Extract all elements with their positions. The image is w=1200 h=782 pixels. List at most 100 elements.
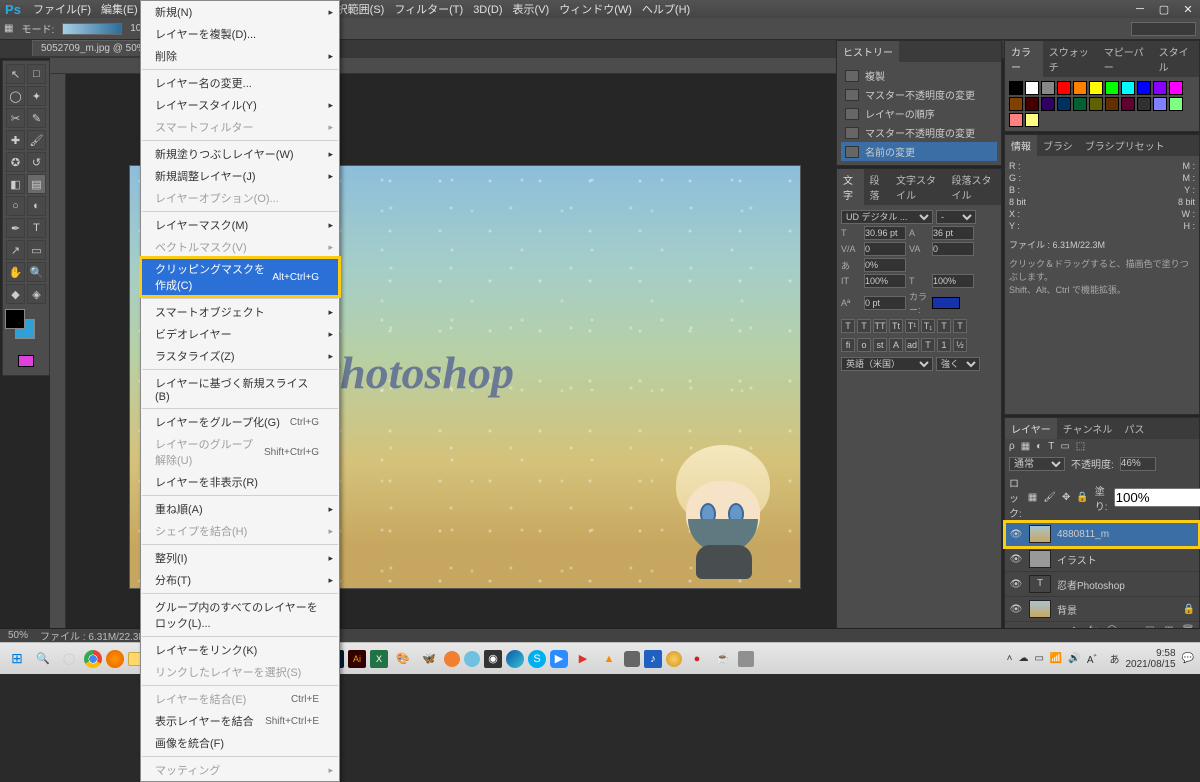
swatch[interactable] [1057, 97, 1071, 111]
char-tab[interactable]: 段落 [864, 169, 891, 205]
smallcaps-button[interactable]: Tt [889, 319, 903, 333]
history-item[interactable]: レイヤーの順序 [841, 104, 997, 123]
app-icon-6[interactable] [738, 651, 754, 667]
char-tab[interactable]: 段落スタイル [946, 169, 1002, 205]
menu-表示[interactable]: 表示(V) [508, 2, 555, 18]
cortana-icon[interactable]: ◯ [58, 648, 80, 670]
menu-フィルター[interactable]: フィルター(T) [389, 2, 468, 18]
layers-tab[interactable]: レイヤー [1005, 418, 1057, 439]
opentype-2[interactable]: ½ [953, 338, 967, 352]
layer-row[interactable]: 👁イラスト [1005, 547, 1199, 572]
baseline-input[interactable] [864, 296, 906, 310]
subscript-button[interactable]: T₁ [921, 319, 935, 333]
hand-tool[interactable]: ✋ [6, 262, 25, 282]
swatch[interactable] [1137, 97, 1151, 111]
notification-icon[interactable]: 💬 [1182, 653, 1194, 664]
menu-item[interactable]: 新規塗りつぶしレイヤー(W) [141, 143, 339, 165]
fill-input[interactable] [1114, 488, 1200, 507]
scale-input[interactable] [864, 258, 906, 272]
app-icon-3[interactable] [624, 651, 640, 667]
menu-item[interactable]: レイヤーをリンク(K) [141, 639, 339, 661]
menu-item[interactable]: 重ね順(A) [141, 498, 339, 520]
lang-select[interactable]: 英語（米国） [841, 357, 933, 371]
menu-item[interactable]: 整列(I) [141, 547, 339, 569]
clock[interactable]: 9:58 2021/08/15 [1125, 648, 1175, 670]
zoom-tool[interactable]: 🔍 [27, 262, 46, 282]
bold-button[interactable]: T [841, 319, 855, 333]
history-item[interactable]: 複製 [841, 66, 997, 85]
allcaps-button[interactable]: TT [873, 319, 887, 333]
opentype-fi[interactable]: fi [841, 338, 855, 352]
start-button[interactable]: ⊞ [6, 648, 28, 670]
underline-button[interactable]: T [937, 319, 951, 333]
swatch[interactable] [1121, 81, 1135, 95]
opentype-T[interactable]: T [921, 338, 935, 352]
menu-item[interactable]: 削除 [141, 45, 339, 67]
blend-mode-select[interactable]: 通常 [1009, 457, 1065, 471]
color-tab[interactable]: スタイル [1153, 41, 1199, 77]
butterfly-icon[interactable]: 🦋 [418, 648, 440, 670]
color-swatches[interactable] [5, 309, 49, 349]
stamp-tool[interactable]: ✪ [6, 152, 25, 172]
char-tab[interactable]: 文字スタイル [890, 169, 946, 205]
menu-ヘルプ[interactable]: ヘルプ(H) [637, 2, 695, 18]
shape-tool[interactable]: ▭ [27, 240, 46, 260]
menu-3d[interactable]: 3D(D) [468, 2, 507, 18]
kind-filter-icon[interactable]: ρ [1009, 441, 1015, 452]
illustrator-icon[interactable]: Ai [348, 650, 366, 668]
filter-adj-icon[interactable]: ◐ [1036, 441, 1042, 452]
swatch[interactable] [1153, 97, 1167, 111]
history-item[interactable]: マスター不透明度の変更 [841, 123, 997, 142]
swatch-grid[interactable] [1009, 81, 1195, 127]
zoom-icon[interactable]: ▶ [550, 650, 568, 668]
swatch[interactable] [1057, 81, 1071, 95]
filter-smart-icon[interactable]: ⬚ [1076, 441, 1085, 452]
tray-battery-icon[interactable]: ▭ [1034, 653, 1043, 664]
blur-tool[interactable]: ○ [6, 196, 25, 216]
swatch[interactable] [1169, 81, 1183, 95]
layers-tab[interactable]: チャンネル [1057, 418, 1119, 439]
eraser-tool[interactable]: ◧ [6, 174, 25, 194]
opentype-st[interactable]: st [873, 338, 887, 352]
dodge-tool[interactable]: ◐ [27, 196, 46, 216]
quickmask-icon[interactable] [18, 355, 34, 367]
opentype-ad[interactable]: ad [905, 338, 919, 352]
app-icon-5[interactable]: ☕ [712, 648, 734, 670]
lock-all-icon[interactable]: 🔒 [1076, 492, 1088, 503]
media-icon[interactable]: ▶ [572, 648, 594, 670]
menu-item[interactable]: スマートオブジェクト [141, 301, 339, 323]
lock-pos-icon[interactable]: ✥ [1062, 492, 1070, 503]
swatch[interactable] [1089, 81, 1103, 95]
tray-up-icon[interactable]: ˄ [1007, 653, 1013, 664]
music-icon[interactable]: ♪ [644, 650, 662, 668]
visibility-icon[interactable]: 👁 [1009, 529, 1023, 540]
tray-ime-a[interactable]: A゛ [1087, 651, 1104, 666]
marquee-tool[interactable]: □ [27, 64, 46, 84]
opentype-1[interactable]: 1 [937, 338, 951, 352]
crop-tool[interactable]: ✂ [6, 108, 25, 128]
vert-scale-input[interactable] [864, 274, 906, 288]
font-size-input[interactable] [864, 226, 906, 240]
tool-preset-icon[interactable]: ▦ [4, 23, 13, 34]
menu-item[interactable]: ビデオレイヤー [141, 323, 339, 345]
swatch[interactable] [1121, 97, 1135, 111]
swatch[interactable] [1041, 97, 1055, 111]
gradient-tool[interactable]: ▤ [27, 174, 46, 194]
filter-text-icon[interactable]: T [1048, 441, 1054, 452]
lock-trans-icon[interactable]: ▦ [1028, 492, 1037, 503]
status-zoom[interactable]: 50% [8, 630, 28, 641]
swatch[interactable] [1009, 81, 1023, 95]
app-icon-2[interactable] [464, 651, 480, 667]
swatch[interactable] [1009, 113, 1023, 127]
color-swatch[interactable] [932, 297, 960, 309]
swatch[interactable] [1025, 97, 1039, 111]
info-tab[interactable]: ブラシ [1037, 135, 1079, 156]
info-tab[interactable]: 情報 [1005, 135, 1037, 156]
swatch[interactable] [1169, 97, 1183, 111]
swatch[interactable] [1073, 97, 1087, 111]
menu-item[interactable]: 分布(T) [141, 569, 339, 591]
swatch[interactable] [1089, 97, 1103, 111]
layer-row[interactable]: 👁4880811_m [1005, 522, 1199, 547]
path-tool[interactable]: ↗ [6, 240, 25, 260]
app-icon-1[interactable] [444, 651, 460, 667]
